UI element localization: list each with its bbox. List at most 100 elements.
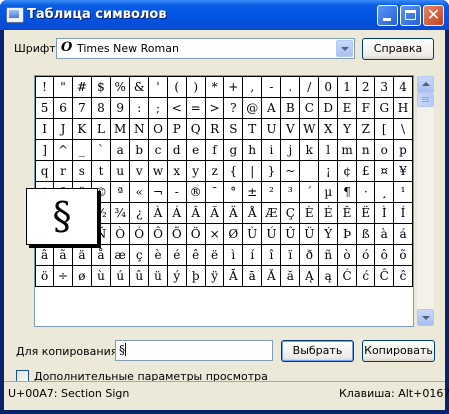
character-cell[interactable]: ÷ xyxy=(53,265,73,287)
character-cell[interactable]: ĉ xyxy=(393,265,413,287)
character-cell[interactable]: " xyxy=(53,76,73,98)
character-cell[interactable]: ï xyxy=(280,244,301,266)
character-cell[interactable]: ´ xyxy=(299,181,320,203)
character-cell[interactable] xyxy=(299,160,320,182)
character-cell[interactable]: ¾ xyxy=(110,202,131,224)
character-cell[interactable]: L xyxy=(90,118,112,140)
character-cell[interactable]: ¸ xyxy=(374,181,395,203)
character-cell[interactable]: * xyxy=(204,76,225,98)
character-cell[interactable]: u xyxy=(110,160,131,182)
character-cell[interactable]: à xyxy=(374,223,395,245)
character-cell[interactable]: , xyxy=(242,76,263,98)
character-cell[interactable]: ª xyxy=(110,181,131,203)
character-cell[interactable]: ÿ xyxy=(204,265,225,287)
characters-to-copy-field[interactable]: § xyxy=(115,340,273,361)
character-cell[interactable]: Æ xyxy=(261,202,282,224)
character-cell[interactable]: ¿ xyxy=(129,202,150,224)
character-cell[interactable]: ó xyxy=(356,244,376,266)
character-cell[interactable]: - xyxy=(261,76,282,98)
character-cell[interactable]: ? xyxy=(223,97,244,119)
character-cell[interactable]: & xyxy=(129,76,150,98)
character-cell[interactable]: F xyxy=(356,97,376,119)
character-cell[interactable]: e xyxy=(185,139,206,161)
character-cell[interactable]: > xyxy=(204,97,225,119)
character-cell[interactable]: A xyxy=(261,97,282,119)
close-button[interactable]: ✕ xyxy=(423,5,444,26)
character-cell[interactable]: E xyxy=(337,97,358,119)
character-cell[interactable]: I xyxy=(34,118,55,140)
character-cell[interactable]: ] xyxy=(34,139,55,161)
character-cell[interactable]: Ä xyxy=(223,202,244,224)
character-cell[interactable]: ù xyxy=(90,265,112,287)
character-cell[interactable]: 2 xyxy=(356,76,376,98)
character-cell[interactable]: ¶ xyxy=(337,181,358,203)
character-cell[interactable]: ú xyxy=(110,265,131,287)
character-cell[interactable]: N xyxy=(129,118,150,140)
character-cell[interactable]: p xyxy=(393,139,413,161)
character-cell[interactable]: ! xyxy=(34,76,55,98)
character-cell[interactable]: R xyxy=(204,118,225,140)
character-cell[interactable]: o xyxy=(374,139,395,161)
character-cell[interactable]: \ xyxy=(393,118,413,140)
character-cell[interactable]: a xyxy=(110,139,131,161)
character-cell[interactable]: ê xyxy=(185,244,206,266)
character-cell[interactable]: í xyxy=(242,244,263,266)
character-cell[interactable]: ì xyxy=(223,244,244,266)
character-cell[interactable]: Ú xyxy=(261,223,282,245)
character-cell[interactable]: Ć xyxy=(337,265,358,287)
character-cell[interactable]: r xyxy=(53,160,73,182)
character-cell[interactable]: i xyxy=(261,139,282,161)
character-cell[interactable]: « xyxy=(129,181,150,203)
character-cell[interactable]: ' xyxy=(148,76,168,98)
character-cell[interactable]: À xyxy=(148,202,168,224)
character-cell[interactable]: Ç xyxy=(280,202,301,224)
character-cell[interactable]: S xyxy=(223,118,244,140)
character-cell[interactable]: ø xyxy=(71,265,92,287)
help-button[interactable]: Справка xyxy=(362,38,434,60)
character-cell[interactable]: Ø xyxy=(223,223,244,245)
character-cell[interactable]: 6 xyxy=(53,97,73,119)
font-select[interactable]: O Times New Roman xyxy=(56,38,355,59)
character-cell[interactable]: î xyxy=(261,244,282,266)
character-cell[interactable]: ñ xyxy=(318,244,339,266)
character-cell[interactable]: ¬ xyxy=(148,181,168,203)
character-cell[interactable]: Õ xyxy=(166,223,187,245)
character-cell[interactable]: { xyxy=(223,160,244,182)
character-cell[interactable]: ë xyxy=(204,244,225,266)
character-cell[interactable]: ā xyxy=(242,265,263,287)
character-cell[interactable]: â xyxy=(34,244,55,266)
character-cell[interactable]: 9 xyxy=(110,97,131,119)
character-cell[interactable]: ¯ xyxy=(204,181,225,203)
character-cell[interactable]: X xyxy=(318,118,339,140)
character-cell[interactable]: µ xyxy=(318,181,339,203)
character-cell[interactable]: ¥ xyxy=(393,160,413,182)
character-cell[interactable]: [ xyxy=(374,118,395,140)
character-cell[interactable]: Ë xyxy=(356,202,376,224)
character-cell[interactable]: ( xyxy=(166,76,187,98)
select-button[interactable]: Выбрать xyxy=(281,340,354,362)
character-cell[interactable]: m xyxy=(337,139,358,161)
character-cell[interactable]: k xyxy=(299,139,320,161)
character-cell[interactable]: Ü xyxy=(299,223,320,245)
character-cell[interactable]: ô xyxy=(374,244,395,266)
character-cell[interactable]: ß xyxy=(356,223,376,245)
character-cell[interactable]: ¤ xyxy=(374,160,395,182)
character-cell[interactable]: Û xyxy=(280,223,301,245)
character-cell[interactable]: ö xyxy=(34,265,55,287)
maximize-button[interactable] xyxy=(400,5,421,26)
app-icon[interactable] xyxy=(6,7,24,23)
character-cell[interactable]: ¹ xyxy=(393,181,413,203)
character-cell[interactable]: ¢ xyxy=(337,160,358,182)
character-cell[interactable]: h xyxy=(242,139,263,161)
character-cell[interactable]: ³ xyxy=(280,181,301,203)
character-cell[interactable]: Í xyxy=(393,202,413,224)
title-bar[interactable]: Таблица символов ✕ xyxy=(0,0,449,30)
character-cell[interactable]: ć xyxy=(356,265,376,287)
character-cell[interactable]: 1 xyxy=(337,76,358,98)
character-cell[interactable]: ) xyxy=(185,76,206,98)
character-cell[interactable]: ã xyxy=(53,244,73,266)
character-cell[interactable]: Ù xyxy=(242,223,263,245)
character-cell[interactable]: ý xyxy=(166,265,187,287)
character-cell[interactable]: @ xyxy=(242,97,263,119)
character-cell[interactable]: æ xyxy=(110,244,131,266)
